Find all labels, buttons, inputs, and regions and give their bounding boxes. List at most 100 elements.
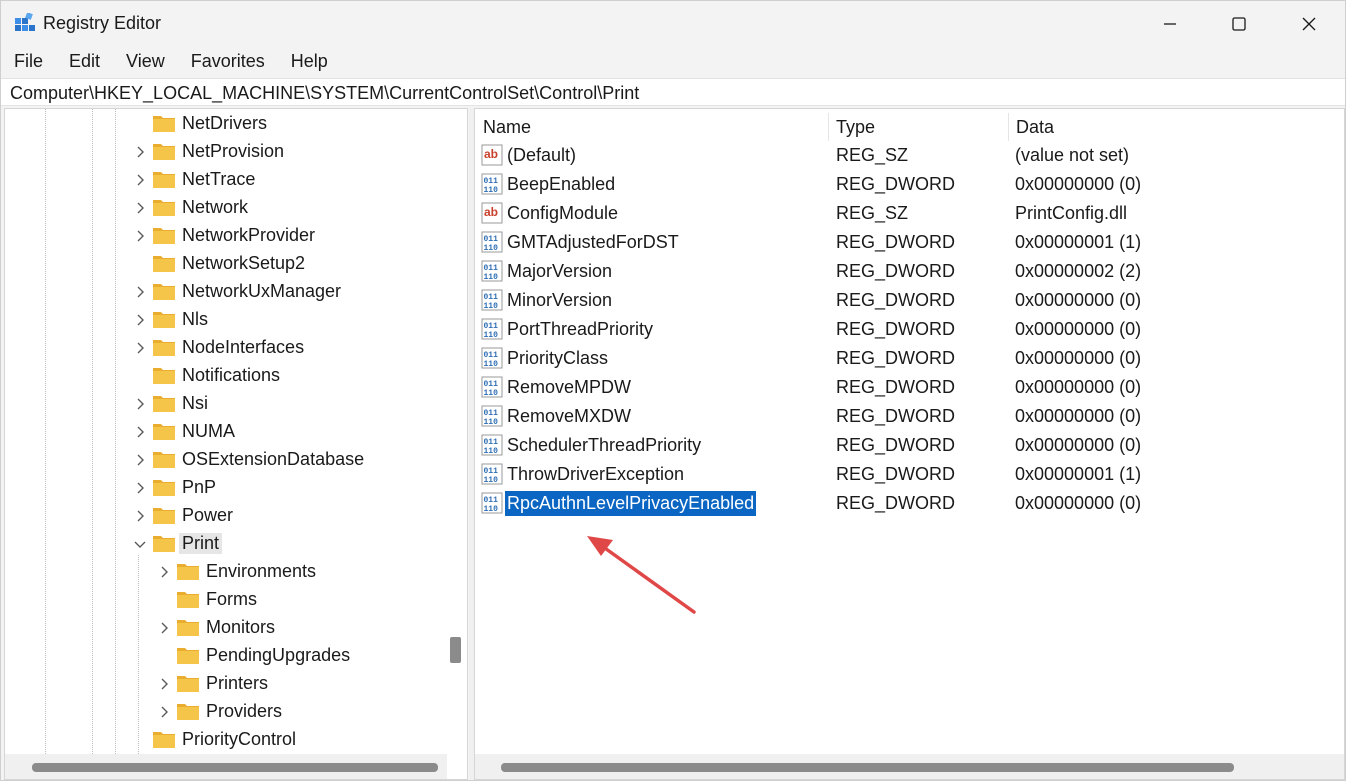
tree-item[interactable]: Nsi bbox=[5, 390, 445, 418]
tree-item[interactable]: Forms bbox=[5, 586, 445, 614]
chevron-right-icon[interactable] bbox=[134, 454, 146, 466]
tree-item[interactable]: Notifications bbox=[5, 362, 445, 390]
column-header-type[interactable]: Type bbox=[836, 117, 875, 138]
tree-item[interactable]: PnP bbox=[5, 474, 445, 502]
folder-icon bbox=[177, 564, 199, 580]
value-name: PriorityClass bbox=[507, 348, 609, 368]
menu-view[interactable]: View bbox=[113, 47, 178, 75]
svg-text:110: 110 bbox=[484, 360, 499, 369]
value-data: (value not set) bbox=[1015, 145, 1130, 165]
tree-horizontal-scroll-thumb[interactable] bbox=[32, 763, 438, 772]
minimize-button[interactable] bbox=[1135, 1, 1205, 46]
menu-edit[interactable]: Edit bbox=[56, 47, 113, 75]
title-bar[interactable]: Registry Editor bbox=[1, 1, 1345, 46]
tree-item[interactable]: Printers bbox=[5, 670, 445, 698]
value-row[interactable]: 011 110 RpcAuthnLevelPrivacyEnabled REG_DWO… bbox=[475, 489, 1344, 518]
svg-text:110: 110 bbox=[484, 244, 499, 253]
value-row[interactable]: ab (Default) REG_SZ (value not set) bbox=[475, 141, 1344, 170]
value-row[interactable]: 011 110 RemoveMPDW REG_DWORD 0x00000000 (0) bbox=[475, 373, 1344, 402]
chevron-right-icon[interactable] bbox=[134, 426, 146, 438]
value-row[interactable]: 011 110 BeepEnabled REG_DWORD 0x00000000 (0) bbox=[475, 170, 1344, 199]
value-type: REG_DWORD bbox=[836, 348, 956, 368]
value-name: ThrowDriverException bbox=[507, 464, 685, 484]
tree-item[interactable]: Environments bbox=[5, 558, 445, 586]
chevron-right-icon[interactable] bbox=[158, 622, 170, 634]
chevron-right-icon[interactable] bbox=[134, 314, 146, 326]
chevron-right-icon[interactable] bbox=[158, 566, 170, 578]
chevron-right-icon[interactable] bbox=[134, 398, 146, 410]
menu-favorites[interactable]: Favorites bbox=[178, 47, 278, 75]
chevron-right-icon[interactable] bbox=[134, 202, 146, 214]
chevron-right-icon[interactable] bbox=[134, 286, 146, 298]
chevron-right-icon[interactable] bbox=[134, 230, 146, 242]
tree-item[interactable]: Nls bbox=[5, 306, 445, 334]
maximize-button[interactable] bbox=[1204, 1, 1274, 46]
tree-item[interactable]: Monitors bbox=[5, 614, 445, 642]
tree-item-label: Monitors bbox=[206, 617, 276, 637]
chevron-right-icon[interactable] bbox=[134, 510, 146, 522]
tree-item[interactable]: NetProvision bbox=[5, 138, 445, 166]
binary-value-icon: 011110 bbox=[481, 231, 503, 253]
menu-file[interactable]: File bbox=[1, 47, 56, 75]
tree-item[interactable]: PendingUpgrades bbox=[5, 642, 445, 670]
value-row[interactable]: 011 110 PortThreadPriority REG_DWORD 0x00000… bbox=[475, 315, 1344, 344]
column-header-data[interactable]: Data bbox=[1016, 117, 1054, 138]
folder-icon bbox=[153, 312, 175, 328]
value-data: 0x00000000 (0) bbox=[1015, 435, 1142, 455]
folder-icon bbox=[153, 228, 175, 244]
value-row[interactable]: 011 110 MinorVersion REG_DWORD 0x00000000 (0… bbox=[475, 286, 1344, 315]
chevron-down-icon[interactable] bbox=[134, 538, 146, 550]
tree-item[interactable]: NetTrace bbox=[5, 166, 445, 194]
folder-icon bbox=[153, 480, 175, 496]
address-path[interactable]: Computer\HKEY_LOCAL_MACHINE\SYSTEM\Curre… bbox=[10, 83, 639, 104]
chevron-right-icon[interactable] bbox=[134, 342, 146, 354]
chevron-right-icon[interactable] bbox=[134, 482, 146, 494]
value-row[interactable]: 011 110 RemoveMXDW REG_DWORD 0x00000000 (0) bbox=[475, 402, 1344, 431]
column-divider[interactable] bbox=[1008, 113, 1009, 141]
tree-item[interactable]: Providers bbox=[5, 698, 445, 726]
tree-item-label: Providers bbox=[206, 701, 283, 721]
value-row[interactable]: ab ConfigModule REG_SZ PrintConfig.dll bbox=[475, 199, 1344, 228]
value-name: RemoveMPDW bbox=[507, 377, 632, 397]
svg-text:011: 011 bbox=[484, 264, 499, 273]
key-tree-pane[interactable]: NetDrivers NetProvision NetTrace Network Net… bbox=[4, 108, 468, 780]
value-row[interactable]: 011 110 ThrowDriverException REG_DWORD 0x000… bbox=[475, 460, 1344, 489]
svg-text:110: 110 bbox=[484, 447, 499, 456]
list-horizontal-scroll-thumb[interactable] bbox=[501, 763, 1234, 772]
tree-item[interactable]: PriorityControl bbox=[5, 726, 445, 754]
chevron-right-icon[interactable] bbox=[158, 706, 170, 718]
values-list-pane[interactable]: Name Type Data ab (Default) REG_SZ (value n… bbox=[474, 108, 1345, 780]
folder-icon bbox=[153, 452, 175, 468]
tree-vertical-scroll-thumb[interactable] bbox=[450, 637, 461, 663]
tree-item[interactable]: NodeInterfaces bbox=[5, 334, 445, 362]
close-button[interactable] bbox=[1274, 1, 1344, 46]
address-bar[interactable]: Computer\HKEY_LOCAL_MACHINE\SYSTEM\Curre… bbox=[1, 78, 1345, 106]
value-type: REG_SZ bbox=[836, 203, 909, 223]
folder-icon bbox=[153, 424, 175, 440]
chevron-right-icon[interactable] bbox=[134, 146, 146, 158]
tree-item[interactable]: NetworkUxManager bbox=[5, 278, 445, 306]
tree-item[interactable]: Power bbox=[5, 502, 445, 530]
svg-text:110: 110 bbox=[484, 273, 499, 282]
svg-text:011: 011 bbox=[484, 177, 499, 186]
folder-icon bbox=[153, 368, 175, 384]
tree-item[interactable]: NetworkSetup2 bbox=[5, 250, 445, 278]
value-row[interactable]: 011 110 SchedulerThreadPriority REG_DWORD 0x… bbox=[475, 431, 1344, 460]
tree-item[interactable]: NUMA bbox=[5, 418, 445, 446]
column-divider[interactable] bbox=[828, 113, 829, 141]
value-data: 0x00000000 (0) bbox=[1015, 377, 1142, 397]
svg-text:011: 011 bbox=[484, 380, 499, 389]
tree-item[interactable]: NetworkProvider bbox=[5, 222, 445, 250]
value-row[interactable]: 011 110 PriorityClass REG_DWORD 0x00000000 (… bbox=[475, 344, 1344, 373]
column-header-name[interactable]: Name bbox=[483, 117, 531, 138]
tree-item[interactable]: NetDrivers bbox=[5, 110, 445, 138]
tree-item[interactable]: OSExtensionDatabase bbox=[5, 446, 445, 474]
chevron-right-icon[interactable] bbox=[134, 174, 146, 186]
tree-item[interactable]: Print bbox=[5, 530, 445, 558]
menu-help[interactable]: Help bbox=[278, 47, 341, 75]
chevron-right-icon[interactable] bbox=[158, 678, 170, 690]
tree-item[interactable]: Network bbox=[5, 194, 445, 222]
value-row[interactable]: 011 110 MajorVersion REG_DWORD 0x00000002 (2… bbox=[475, 257, 1344, 286]
value-row[interactable]: 011 110 GMTAdjustedForDST REG_DWORD 0x000000… bbox=[475, 228, 1344, 257]
tree-item-label: NetProvision bbox=[182, 141, 285, 161]
